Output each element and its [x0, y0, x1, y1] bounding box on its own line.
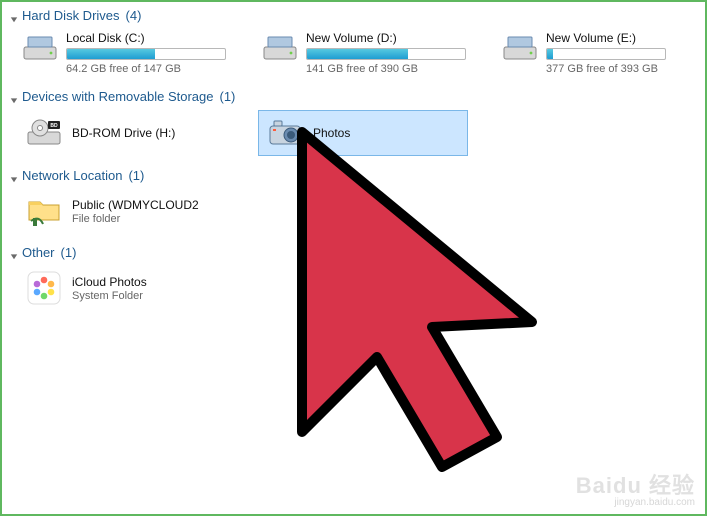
group-removable: Devices with Removable Storage (1) BD BD… — [10, 87, 697, 160]
caret-icon — [10, 93, 18, 101]
group-hard-disk-drives: Hard Disk Drives (4) Local Disk (C:) 64.… — [10, 6, 697, 81]
drive-usage-bar — [546, 48, 666, 60]
network-folder-item[interactable]: Public (WDMYCLOUD2 File folder — [18, 189, 228, 233]
drive-name: New Volume (D:) — [306, 31, 466, 45]
caret-icon — [10, 12, 18, 20]
watermark-url: jingyan.baidu.com — [576, 498, 695, 509]
drive-free-text: 141 GB free of 390 GB — [306, 63, 466, 75]
group-count: (1) — [219, 89, 235, 104]
drive-usage-bar — [66, 48, 226, 60]
svg-text:BD: BD — [50, 123, 58, 129]
bdrom-icon: BD — [24, 115, 64, 151]
icloud-photos-icon — [24, 270, 64, 306]
item-subtext: File folder — [72, 213, 199, 225]
group-title: Network Location — [22, 168, 122, 183]
group-title: Other — [22, 245, 55, 260]
drive-name: Local Disk (C:) — [66, 31, 226, 45]
drive-item[interactable]: New Volume (D:) 141 GB free of 390 GB — [258, 29, 468, 77]
drive-item[interactable]: New Volume (E:) 377 GB free of 393 GB — [498, 29, 668, 77]
watermark-brand: Baidu 经验 — [576, 474, 695, 497]
caret-icon — [10, 249, 18, 257]
group-other: Other (1) iCloud Photos System Folder — [10, 243, 697, 314]
hdd-icon — [500, 31, 540, 71]
hdd-icon — [260, 31, 300, 71]
drives-row: Local Disk (C:) 64.2 GB free of 147 GB N… — [10, 25, 697, 81]
hdd-icon — [20, 31, 60, 71]
photos-item[interactable]: Photos — [258, 110, 468, 156]
drive-item[interactable]: Local Disk (C:) 64.2 GB free of 147 GB — [18, 29, 228, 77]
item-subtext: System Folder — [72, 290, 147, 302]
item-name: BD-ROM Drive (H:) — [72, 126, 175, 140]
item-name: Public (WDMYCLOUD2 — [72, 198, 199, 212]
group-count: (4) — [126, 8, 142, 23]
camera-icon — [265, 115, 305, 151]
item-name: Photos — [313, 126, 350, 140]
group-header-removable[interactable]: Devices with Removable Storage (1) — [10, 87, 697, 106]
group-header-other[interactable]: Other (1) — [10, 243, 697, 262]
icloud-photos-item[interactable]: iCloud Photos System Folder — [18, 266, 228, 310]
group-header-hdd[interactable]: Hard Disk Drives (4) — [10, 6, 697, 25]
drive-usage-bar — [306, 48, 466, 60]
group-count: (1) — [61, 245, 77, 260]
item-name: iCloud Photos — [72, 275, 147, 289]
drive-free-text: 64.2 GB free of 147 GB — [66, 63, 226, 75]
caret-icon — [10, 172, 18, 180]
watermark: Baidu 经验 jingyan.baidu.com — [576, 474, 695, 508]
drive-name: New Volume (E:) — [546, 31, 666, 45]
group-title: Hard Disk Drives — [22, 8, 120, 23]
network-folder-icon — [24, 193, 64, 229]
group-title: Devices with Removable Storage — [22, 89, 213, 104]
drive-free-text: 377 GB free of 393 GB — [546, 63, 666, 75]
group-count: (1) — [128, 168, 144, 183]
group-network: Network Location (1) Public (WDMYCLOUD2 … — [10, 166, 697, 237]
bdrom-drive-item[interactable]: BD BD-ROM Drive (H:) — [18, 110, 228, 156]
group-header-network[interactable]: Network Location (1) — [10, 166, 697, 185]
